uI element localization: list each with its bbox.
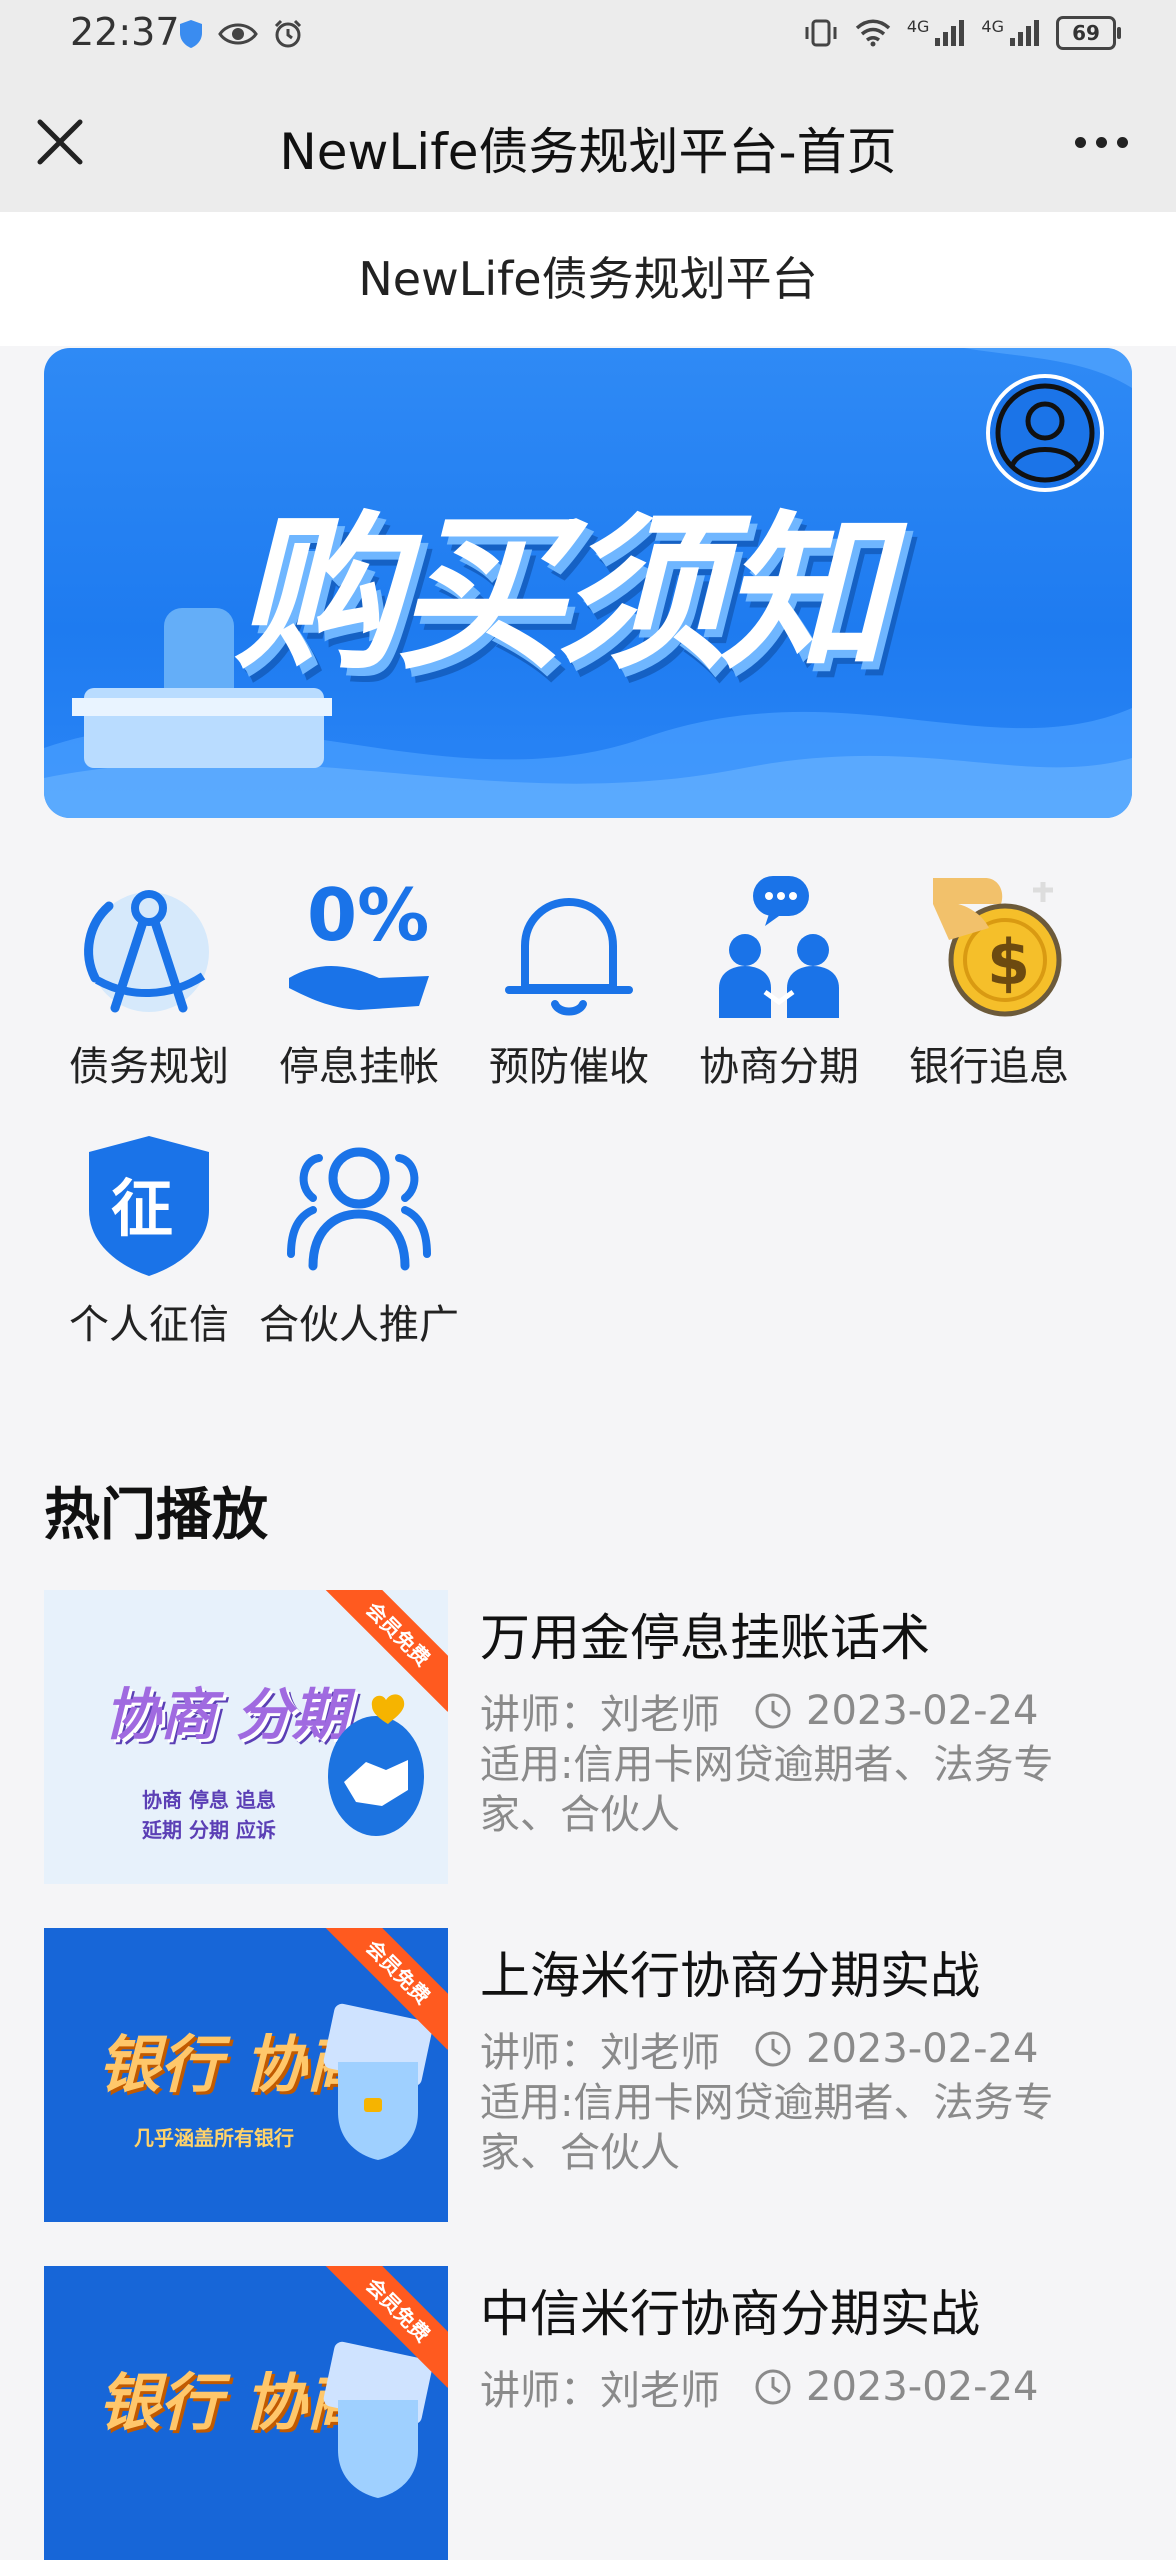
- signal-icon: [935, 20, 965, 46]
- handshake-icon: [328, 1694, 424, 1836]
- shield-glyph: 征: [111, 1172, 173, 1245]
- course-thumbnail[interactable]: 协商 分期 协商 停息 追息 延期 分期 应诉 会员免费: [44, 1590, 448, 1884]
- grid-label: 停息挂帐: [279, 1044, 439, 1090]
- course-teacher: 讲师：刘老师: [480, 2368, 720, 2414]
- course-item[interactable]: 银行 协商 几乎涵盖所有银行 会员免费 上海米行协商分期实战 讲师：刘老师 20…: [44, 1928, 1144, 2222]
- zero-percent-hand-icon: 0%: [289, 873, 429, 1010]
- status-bar: 22:37 4G 4G 69: [0, 0, 1176, 72]
- shield-status-icon: [180, 20, 202, 48]
- avatar-button[interactable]: [986, 374, 1104, 492]
- thumb-line: 几乎涵盖所有银行: [134, 2126, 294, 2150]
- card-shield-icon: [323, 2341, 433, 2498]
- vibrate-icon: [805, 19, 837, 47]
- section-title-hot: 热门播放: [44, 1483, 268, 1548]
- course-item[interactable]: 协商 分期 协商 停息 追息 延期 分期 应诉 会员免费 万用金停息挂账话术 讲…: [44, 1590, 1144, 1884]
- thumb-line: 延期 分期 应诉: [142, 1818, 276, 1842]
- course-thumbnail[interactable]: 银行 协商 会员免费: [44, 2266, 448, 2560]
- grid-item-prevent-collection[interactable]: 预防催收: [464, 868, 674, 1092]
- notice-banner[interactable]: 购买须知: [44, 348, 1132, 818]
- svg-text:$: $: [987, 926, 1030, 999]
- network-label-2: 4G: [981, 16, 1004, 36]
- course-teacher: 讲师：刘老师: [480, 1692, 720, 1738]
- grid-item-bank-interest-recovery[interactable]: $ 银行追息: [884, 868, 1094, 1092]
- alarm-icon: [274, 19, 302, 48]
- grid-item-partner-promotion[interactable]: 合伙人推广: [254, 1126, 464, 1350]
- clock-icon: [755, 2031, 791, 2067]
- dot-icon: [1116, 136, 1128, 148]
- signal-icon-2: [1010, 20, 1039, 46]
- course-audience: 适用:信用卡网贷逾期者、法务专家、合伙人: [480, 2080, 1054, 2176]
- partners-icon: [287, 1147, 431, 1271]
- dot-icon: [1095, 136, 1107, 148]
- banner-title: 购买须知: [234, 496, 888, 692]
- status-time: 22:37: [70, 10, 180, 54]
- course-teacher: 讲师：刘老师: [480, 2030, 720, 2076]
- grid-item-stop-interest[interactable]: 0% 停息挂帐: [254, 868, 464, 1092]
- compass-icon: [84, 890, 209, 1013]
- grid-label: 合伙人推广: [259, 1302, 459, 1348]
- course-thumbnail[interactable]: 银行 协商 几乎涵盖所有银行 会员免费: [44, 1928, 448, 2222]
- grid-label: 银行追息: [909, 1044, 1069, 1090]
- course-title[interactable]: 万用金停息挂账话术: [480, 1598, 930, 1670]
- course-audience: 适用:信用卡网贷逾期者、法务专家、合伙人: [480, 1742, 1054, 1838]
- coin-hand-icon: $: [933, 878, 1062, 1017]
- bell-icon: [505, 898, 633, 1016]
- more-menu-button[interactable]: [1066, 112, 1136, 172]
- grid-label: 预防催收: [489, 1044, 649, 1090]
- network-label-1: 4G: [906, 16, 930, 36]
- thumb-line: 协商 停息 追息: [142, 1788, 276, 1812]
- user-icon: [995, 383, 1095, 483]
- grid-item-negotiate-installment[interactable]: 协商分期: [674, 868, 884, 1092]
- card-shield-icon: [323, 2003, 433, 2160]
- grid-label: 协商分期: [699, 1044, 859, 1090]
- grid-item-debt-planning[interactable]: 债务规划: [44, 868, 254, 1092]
- course-date: 2023-02-24: [806, 1688, 1039, 1734]
- page-title: NewLife债务规划平台-首页: [279, 123, 897, 181]
- course-date: 2023-02-24: [806, 2364, 1039, 2410]
- thumb-title: 协商 分期: [104, 1683, 348, 1748]
- credit-shield-icon: 征: [89, 1136, 209, 1276]
- eye-icon: [218, 23, 258, 45]
- grid-item-personal-credit[interactable]: 征 个人征信: [44, 1126, 254, 1350]
- dot-icon: [1074, 136, 1086, 148]
- course-date: 2023-02-24: [806, 2026, 1039, 2072]
- grid-label: 债务规划: [69, 1044, 229, 1090]
- grid-label: 个人征信: [69, 1302, 229, 1348]
- course-title[interactable]: 中信米行协商分期实战: [480, 2274, 980, 2346]
- clock-icon: [755, 1693, 791, 1729]
- course-title[interactable]: 上海米行协商分期实战: [480, 1936, 980, 2008]
- clock-icon: [755, 2369, 791, 2405]
- svg-text:0%: 0%: [307, 873, 429, 957]
- wifi-icon: [855, 19, 891, 47]
- battery-indicator: 69: [1056, 16, 1121, 50]
- course-item[interactable]: 银行 协商 会员免费 中信米行协商分期实战 讲师：刘老师 2023-02-24: [44, 2266, 1144, 2560]
- site-header: NewLife债务规划平台: [0, 212, 1176, 346]
- nav-bar: NewLife债务规划平台-首页: [0, 72, 1176, 212]
- negotiation-people-icon: [719, 876, 839, 1018]
